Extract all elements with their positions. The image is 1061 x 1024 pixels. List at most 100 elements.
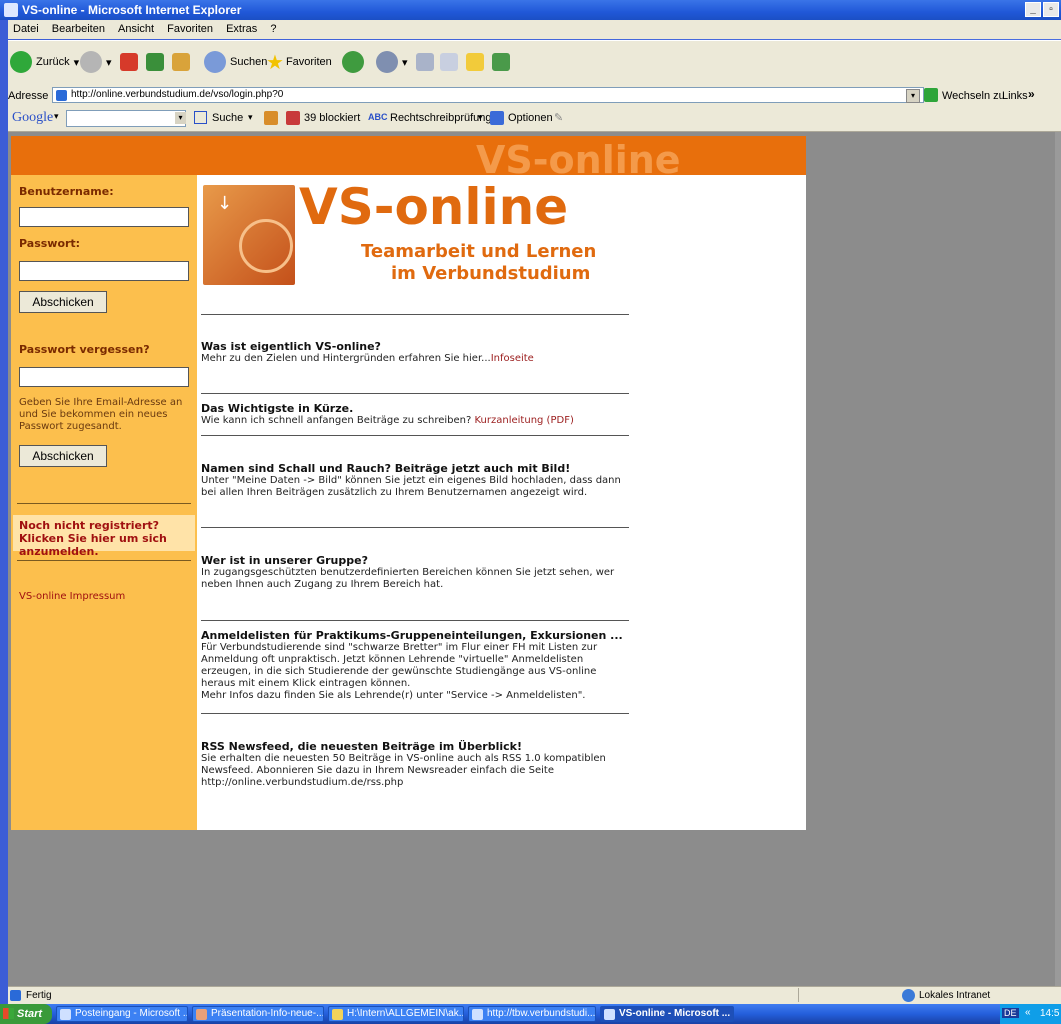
news-title: Namen sind Schall und Rauch? Beiträge je…: [201, 462, 571, 475]
history-icon: [342, 51, 364, 73]
forgot-password-label: Passwort vergessen?: [19, 343, 150, 356]
address-input[interactable]: http://online.verbundstudium.de/vso/logi…: [52, 87, 924, 103]
web-page: VS-online Benutzername: Passwort: Abschi…: [11, 136, 806, 830]
spellcheck-button[interactable]: Rechtschreibprüfung: [390, 112, 492, 124]
google-search-dropdown[interactable]: ▾: [248, 112, 253, 123]
taskbar: Start Posteingang - Microsoft ... Präsen…: [0, 1004, 1061, 1024]
window-titlebar[interactable]: VS-online - Microsoft Internet Explorer …: [0, 0, 1061, 20]
taskbar-item-explorer[interactable]: H:\Intern\ALLGEMEIN\ak...: [328, 1006, 464, 1022]
username-input[interactable]: [19, 207, 189, 227]
news-text: In zugangsgeschützten benutzerdefinierte…: [201, 567, 615, 590]
options-button[interactable]: Optionen: [508, 112, 553, 124]
refresh-button[interactable]: [146, 49, 164, 75]
google-menu-dropdown[interactable]: ▾: [54, 111, 59, 122]
folder-icon: [332, 1009, 343, 1020]
address-dropdown[interactable]: ▾: [906, 89, 920, 103]
news-item: RSS Newsfeed, die neuesten Beiträge im Ü…: [201, 741, 629, 789]
register-link[interactable]: Noch nicht registriert? Klicken Sie hier…: [19, 519, 191, 558]
logo-clock-icon: [239, 219, 293, 273]
mail-icon: [376, 51, 398, 73]
infoseite-link[interactable]: Infoseite: [491, 353, 534, 364]
go-arrow-icon: [924, 88, 938, 102]
news-text-2: Mehr Infos dazu finden Sie als Lehrende(…: [201, 690, 586, 701]
email-input[interactable]: [19, 367, 189, 387]
menu-datei[interactable]: Datei: [8, 20, 44, 35]
taskbar-item-posteingang[interactable]: Posteingang - Microsoft ...: [56, 1006, 188, 1022]
edit-button[interactable]: [440, 49, 458, 75]
magnifier-icon: [204, 51, 226, 73]
news-item: Was ist eigentlich VS-online? Mehr zu de…: [201, 341, 629, 365]
menu-extras[interactable]: Extras: [221, 20, 262, 35]
go-button[interactable]: Wechseln zu: [942, 90, 1005, 102]
logo-subtitle-2: im Verbundstudium: [391, 263, 591, 284]
mail-button[interactable]: ▾: [376, 49, 408, 75]
pagerank-icon[interactable]: [264, 111, 278, 125]
content-divider: [201, 314, 629, 315]
history-button[interactable]: [342, 49, 368, 75]
print-button[interactable]: [416, 49, 434, 75]
content-divider: [201, 713, 629, 714]
menu-bearbeiten[interactable]: Bearbeiten: [47, 20, 110, 35]
taskbar-item-tbw[interactable]: http://tbw.verbundstudi...: [468, 1006, 596, 1022]
star-icon: ★: [266, 51, 284, 74]
outlook-icon: [60, 1009, 71, 1020]
kurzanleitung-link[interactable]: Kurzanleitung (PDF): [475, 415, 574, 426]
home-icon: [172, 53, 190, 71]
chevron-right-icon[interactable]: »: [1028, 87, 1035, 101]
tray-expand-icon[interactable]: «: [1025, 1007, 1031, 1018]
login-sidebar: Benutzername: Passwort: Abschicken Passw…: [11, 175, 197, 830]
vs-online-logo: ↓ VS-online Teamarbeit und Lernen im Ver…: [201, 179, 621, 291]
reset-submit-button[interactable]: Abschicken: [19, 445, 107, 467]
register-box: Noch nicht registriert? Klicken Sie hier…: [13, 515, 195, 558]
google-search-input[interactable]: [66, 110, 186, 127]
news-text: Mehr zu den Zielen und Hintergründen erf…: [201, 353, 491, 364]
taskbar-item-vs-online[interactable]: VS-online - Microsoft ...: [600, 1006, 734, 1022]
spellcheck-icon: ABC: [368, 112, 388, 122]
folder-button[interactable]: [466, 49, 484, 75]
google-logo[interactable]: Google: [12, 110, 53, 126]
vertical-scrollbar[interactable]: [1055, 132, 1061, 986]
forgot-password-text: Geben Sie Ihre Email-Adresse an und Sie …: [19, 397, 183, 432]
intranet-icon: [902, 989, 915, 1002]
search-button[interactable]: Suchen: [204, 49, 267, 75]
popup-blocked-count[interactable]: 39 blockiert: [304, 112, 360, 124]
favorites-button[interactable]: ★ Favoriten: [266, 49, 332, 75]
clock: 14:5: [1040, 1008, 1060, 1019]
taskbar-item-praesentation[interactable]: Präsentation-Info-neue-...: [192, 1006, 324, 1022]
google-search-button[interactable]: Suche: [212, 112, 243, 124]
menu-bar: Datei Bearbeiten Ansicht Favoriten Extra…: [8, 20, 1061, 39]
menu-favoriten[interactable]: Favoriten: [162, 20, 218, 35]
language-indicator[interactable]: DE: [1002, 1008, 1019, 1018]
start-button[interactable]: Start: [0, 1004, 52, 1024]
address-label: Adresse: [8, 90, 49, 102]
news-text: Unter "Meine Daten -> Bild" können Sie j…: [201, 475, 621, 498]
news-text: Wie kann ich schnell anfangen Beiträge z…: [201, 415, 475, 426]
sidebar-divider: [17, 560, 191, 561]
back-arrow-icon: [10, 51, 32, 73]
login-submit-button[interactable]: Abschicken: [19, 291, 107, 313]
messenger-button[interactable]: [492, 49, 510, 75]
news-item: Anmeldelisten für Praktikums-Gruppeneint…: [201, 630, 629, 702]
spellcheck-dropdown[interactable]: ▾: [478, 112, 483, 123]
pencil-icon[interactable]: ✎: [554, 111, 563, 124]
home-button[interactable]: [172, 49, 190, 75]
menu-ansicht[interactable]: Ansicht: [113, 20, 159, 35]
forward-button[interactable]: ▾: [80, 49, 112, 75]
options-icon: [490, 111, 504, 125]
google-input-dropdown[interactable]: ▾: [175, 112, 186, 124]
menu-help[interactable]: ?: [265, 20, 281, 35]
username-label: Benutzername:: [19, 185, 114, 198]
password-input[interactable]: [19, 261, 189, 281]
powerpoint-icon: [196, 1009, 207, 1020]
news-text: Sie erhalten die neuesten 50 Beiträge in…: [201, 753, 606, 788]
status-panels: [798, 988, 899, 1002]
stop-button[interactable]: [120, 49, 138, 75]
minimize-button[interactable]: _: [1025, 2, 1041, 17]
content-divider: [201, 527, 629, 528]
impressum-link[interactable]: VS-online Impressum: [19, 591, 125, 602]
links-button[interactable]: Links: [1002, 90, 1028, 102]
back-button[interactable]: Zurück ▾: [10, 49, 79, 75]
logo-title: VS-online: [299, 178, 569, 236]
maximize-button[interactable]: ▫: [1043, 2, 1059, 17]
news-item: Das Wichtigste in Kürze. Wie kann ich sc…: [201, 403, 629, 427]
